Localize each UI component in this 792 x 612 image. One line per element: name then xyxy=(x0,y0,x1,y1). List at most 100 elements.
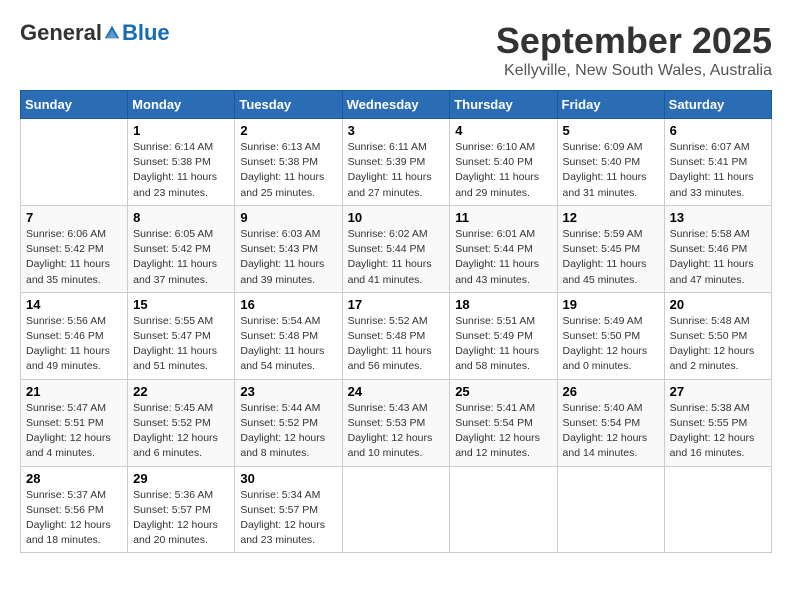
day-info: Sunrise: 6:05 AMSunset: 5:42 PMDaylight:… xyxy=(133,227,229,288)
day-number: 9 xyxy=(240,210,336,225)
day-info: Sunrise: 5:59 AMSunset: 5:45 PMDaylight:… xyxy=(563,227,659,288)
day-info: Sunrise: 5:43 AMSunset: 5:53 PMDaylight:… xyxy=(348,401,445,462)
calendar-week-2: 7 Sunrise: 6:06 AMSunset: 5:42 PMDaylight… xyxy=(21,205,772,292)
day-number: 12 xyxy=(563,210,659,225)
calendar-cell: 27 Sunrise: 5:38 AMSunset: 5:55 PMDayligh… xyxy=(664,379,771,466)
calendar-cell: 16 Sunrise: 5:54 AMSunset: 5:48 PMDayligh… xyxy=(235,292,342,379)
day-info: Sunrise: 5:58 AMSunset: 5:46 PMDaylight:… xyxy=(670,227,766,288)
calendar-week-4: 21Sunrise: 5:47 AMSunset: 5:51 PMDayligh… xyxy=(21,379,772,466)
day-info: Sunrise: 6:02 AMSunset: 5:44 PMDaylight:… xyxy=(348,227,445,288)
day-number: 6 xyxy=(670,123,766,138)
day-info: Sunrise: 6:10 AMSunset: 5:40 PMDaylight:… xyxy=(455,140,551,201)
calendar-cell: 5 Sunrise: 6:09 AMSunset: 5:40 PMDaylight… xyxy=(557,119,664,206)
day-info: Sunrise: 5:55 AMSunset: 5:47 PMDaylight:… xyxy=(133,314,229,375)
calendar-cell: 18Sunrise: 5:51 AMSunset: 5:49 PMDayligh… xyxy=(450,292,557,379)
calendar-cell: 10 Sunrise: 6:02 AMSunset: 5:44 PMDayligh… xyxy=(342,205,450,292)
day-info: Sunrise: 6:13 AMSunset: 5:38 PMDaylight:… xyxy=(240,140,336,201)
col-header-tuesday: Tuesday xyxy=(235,91,342,119)
calendar-cell: 21Sunrise: 5:47 AMSunset: 5:51 PMDayligh… xyxy=(21,379,128,466)
logo: General Blue xyxy=(20,20,170,46)
calendar-cell: 6 Sunrise: 6:07 AMSunset: 5:41 PMDaylight… xyxy=(664,119,771,206)
day-info: Sunrise: 5:41 AMSunset: 5:54 PMDaylight:… xyxy=(455,401,551,462)
calendar-cell: 28 Sunrise: 5:37 AMSunset: 5:56 PMDayligh… xyxy=(21,466,128,553)
day-number: 25 xyxy=(455,384,551,399)
calendar-header-row: SundayMondayTuesdayWednesdayThursdayFrid… xyxy=(21,91,772,119)
col-header-monday: Monday xyxy=(128,91,235,119)
calendar-cell: 29 Sunrise: 5:36 AMSunset: 5:57 PMDayligh… xyxy=(128,466,235,553)
calendar-cell: 14Sunrise: 5:56 AMSunset: 5:46 PMDayligh… xyxy=(21,292,128,379)
calendar-cell: 13Sunrise: 5:58 AMSunset: 5:46 PMDayligh… xyxy=(664,205,771,292)
day-number: 26 xyxy=(563,384,659,399)
calendar-cell: 23 Sunrise: 5:44 AMSunset: 5:52 PMDayligh… xyxy=(235,379,342,466)
day-info: Sunrise: 6:09 AMSunset: 5:40 PMDaylight:… xyxy=(563,140,659,201)
calendar-cell xyxy=(342,466,450,553)
calendar-cell: 11 Sunrise: 6:01 AMSunset: 5:44 PMDayligh… xyxy=(450,205,557,292)
calendar-cell: 26 Sunrise: 5:40 AMSunset: 5:54 PMDayligh… xyxy=(557,379,664,466)
day-number: 5 xyxy=(563,123,659,138)
day-number: 28 xyxy=(26,471,122,486)
calendar-cell: 2 Sunrise: 6:13 AMSunset: 5:38 PMDaylight… xyxy=(235,119,342,206)
day-info: Sunrise: 5:54 AMSunset: 5:48 PMDaylight:… xyxy=(240,314,336,375)
day-info: Sunrise: 5:38 AMSunset: 5:55 PMDaylight:… xyxy=(670,401,766,462)
calendar-cell: 15Sunrise: 5:55 AMSunset: 5:47 PMDayligh… xyxy=(128,292,235,379)
logo-icon xyxy=(103,24,121,42)
day-info: Sunrise: 6:11 AMSunset: 5:39 PMDaylight:… xyxy=(348,140,445,201)
day-number: 1 xyxy=(133,123,229,138)
day-number: 2 xyxy=(240,123,336,138)
day-number: 27 xyxy=(670,384,766,399)
day-info: Sunrise: 5:47 AMSunset: 5:51 PMDaylight:… xyxy=(26,401,122,462)
calendar-cell xyxy=(450,466,557,553)
day-info: Sunrise: 5:52 AMSunset: 5:48 PMDaylight:… xyxy=(348,314,445,375)
calendar-cell xyxy=(557,466,664,553)
calendar-cell: 20Sunrise: 5:48 AMSunset: 5:50 PMDayligh… xyxy=(664,292,771,379)
day-number: 14 xyxy=(26,297,122,312)
calendar-cell: 30 Sunrise: 5:34 AMSunset: 5:57 PMDayligh… xyxy=(235,466,342,553)
day-number: 3 xyxy=(348,123,445,138)
calendar-week-5: 28 Sunrise: 5:37 AMSunset: 5:56 PMDayligh… xyxy=(21,466,772,553)
calendar-cell: 7 Sunrise: 6:06 AMSunset: 5:42 PMDaylight… xyxy=(21,205,128,292)
day-info: Sunrise: 5:45 AMSunset: 5:52 PMDaylight:… xyxy=(133,401,229,462)
title-section: September 2025 Kellyville, New South Wal… xyxy=(496,20,772,80)
day-info: Sunrise: 6:01 AMSunset: 5:44 PMDaylight:… xyxy=(455,227,551,288)
calendar-cell: 4Sunrise: 6:10 AMSunset: 5:40 PMDaylight… xyxy=(450,119,557,206)
calendar-cell xyxy=(21,119,128,206)
col-header-friday: Friday xyxy=(557,91,664,119)
day-number: 18 xyxy=(455,297,551,312)
day-number: 29 xyxy=(133,471,229,486)
day-number: 10 xyxy=(348,210,445,225)
day-info: Sunrise: 6:14 AMSunset: 5:38 PMDaylight:… xyxy=(133,140,229,201)
day-info: Sunrise: 5:37 AMSunset: 5:56 PMDaylight:… xyxy=(26,488,122,549)
day-number: 23 xyxy=(240,384,336,399)
logo-general-text: General xyxy=(20,20,102,46)
calendar-cell: 22 Sunrise: 5:45 AMSunset: 5:52 PMDayligh… xyxy=(128,379,235,466)
day-info: Sunrise: 6:07 AMSunset: 5:41 PMDaylight:… xyxy=(670,140,766,201)
day-info: Sunrise: 6:03 AMSunset: 5:43 PMDaylight:… xyxy=(240,227,336,288)
col-header-sunday: Sunday xyxy=(21,91,128,119)
calendar-cell: 24Sunrise: 5:43 AMSunset: 5:53 PMDayligh… xyxy=(342,379,450,466)
day-number: 19 xyxy=(563,297,659,312)
day-info: Sunrise: 6:06 AMSunset: 5:42 PMDaylight:… xyxy=(26,227,122,288)
calendar-cell: 8 Sunrise: 6:05 AMSunset: 5:42 PMDaylight… xyxy=(128,205,235,292)
page-header: General Blue September 2025 Kellyville, … xyxy=(20,20,772,80)
day-number: 17 xyxy=(348,297,445,312)
day-number: 30 xyxy=(240,471,336,486)
month-title: September 2025 xyxy=(496,20,772,62)
calendar-cell: 9 Sunrise: 6:03 AMSunset: 5:43 PMDaylight… xyxy=(235,205,342,292)
day-info: Sunrise: 5:36 AMSunset: 5:57 PMDaylight:… xyxy=(133,488,229,549)
calendar-cell: 19 Sunrise: 5:49 AMSunset: 5:50 PMDayligh… xyxy=(557,292,664,379)
day-info: Sunrise: 5:48 AMSunset: 5:50 PMDaylight:… xyxy=(670,314,766,375)
day-number: 7 xyxy=(26,210,122,225)
day-number: 22 xyxy=(133,384,229,399)
day-info: Sunrise: 5:34 AMSunset: 5:57 PMDaylight:… xyxy=(240,488,336,549)
calendar-cell: 17 Sunrise: 5:52 AMSunset: 5:48 PMDayligh… xyxy=(342,292,450,379)
calendar-cell: 3 Sunrise: 6:11 AMSunset: 5:39 PMDaylight… xyxy=(342,119,450,206)
day-info: Sunrise: 5:49 AMSunset: 5:50 PMDaylight:… xyxy=(563,314,659,375)
day-number: 16 xyxy=(240,297,336,312)
col-header-saturday: Saturday xyxy=(664,91,771,119)
day-info: Sunrise: 5:44 AMSunset: 5:52 PMDaylight:… xyxy=(240,401,336,462)
calendar-cell: 12 Sunrise: 5:59 AMSunset: 5:45 PMDayligh… xyxy=(557,205,664,292)
calendar-cell xyxy=(664,466,771,553)
day-info: Sunrise: 5:40 AMSunset: 5:54 PMDaylight:… xyxy=(563,401,659,462)
day-number: 11 xyxy=(455,210,551,225)
day-number: 8 xyxy=(133,210,229,225)
